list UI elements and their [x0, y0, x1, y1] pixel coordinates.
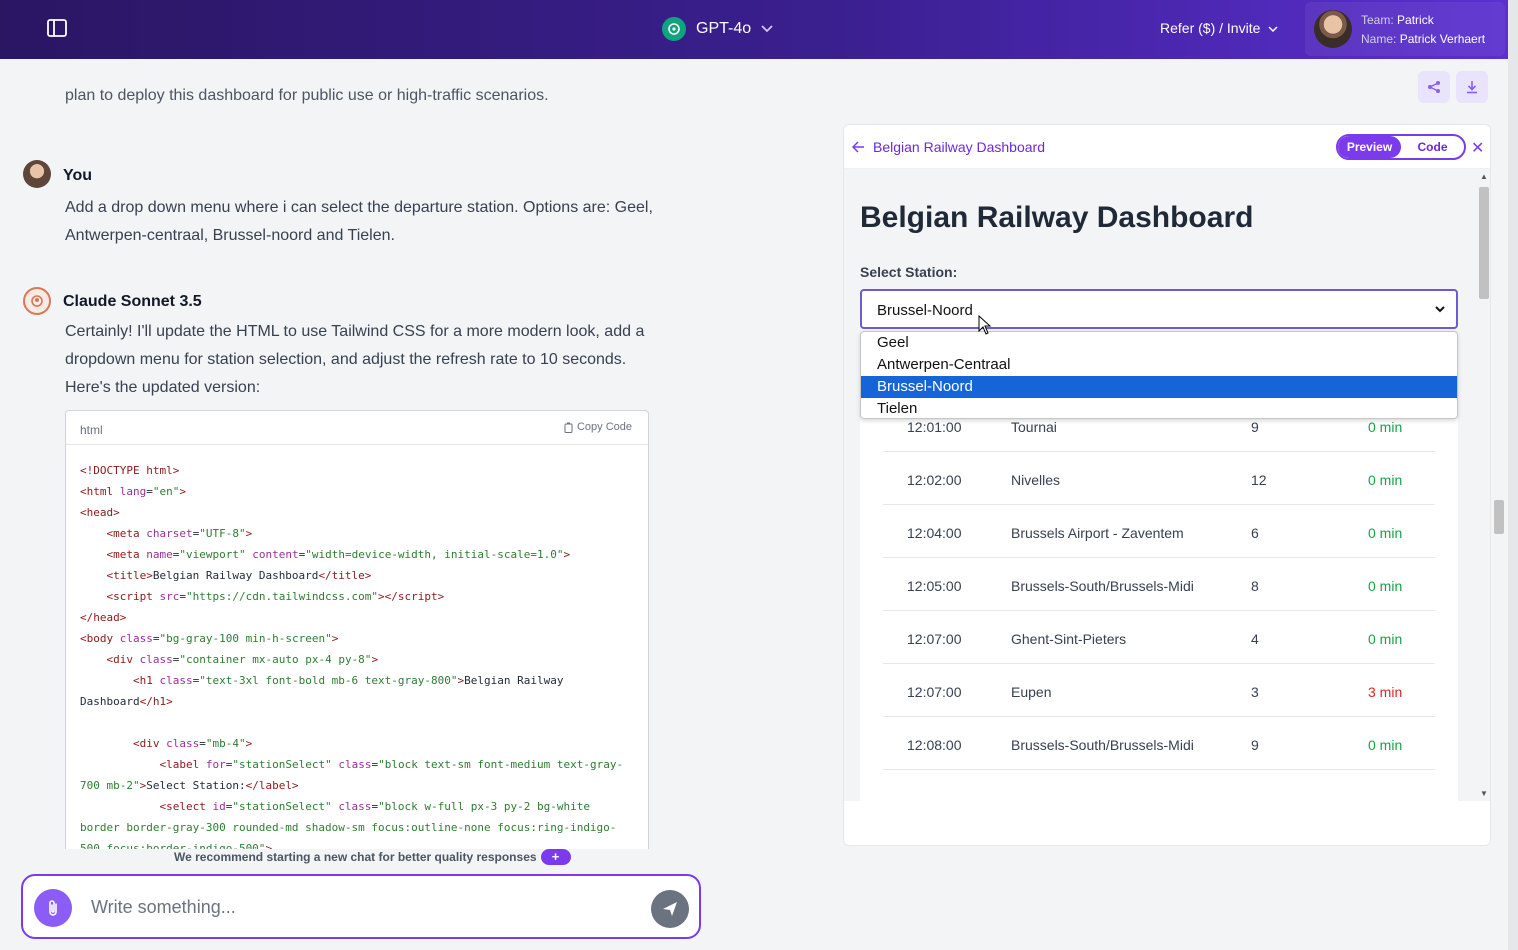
- chevron-down-icon: [1435, 306, 1445, 313]
- team-line: Team: Patrick: [1361, 13, 1434, 27]
- message-author: You: [63, 167, 93, 184]
- artifact-preview: Belgian Railway Dashboard Select Station…: [844, 169, 1476, 801]
- message-text: Add a drop down menu where i can select …: [65, 199, 653, 244]
- previous-message-text: plan to deploy this dashboard for public…: [65, 87, 549, 104]
- paperclip-icon[interactable]: [34, 889, 72, 927]
- station-dropdown-list: Geel Antwerpen-Centraal Brussel-Noord Ti…: [860, 331, 1458, 419]
- copy-code-button[interactable]: Copy Code: [564, 421, 632, 433]
- page-scrollbar[interactable]: [1508, 0, 1518, 950]
- code-language-label: html: [80, 423, 103, 437]
- station-select-label: Select Station:: [860, 264, 958, 280]
- name-line: Name: Patrick Verhaert: [1361, 32, 1486, 46]
- send-icon[interactable]: [651, 890, 689, 928]
- code-block-header: html Copy Code: [66, 411, 648, 445]
- station-select[interactable]: Brussel-Noord: [860, 289, 1458, 329]
- claude-avatar-icon: [23, 287, 51, 315]
- tab-preview[interactable]: Preview: [1338, 136, 1401, 158]
- refer-label: Refer ($) / Invite: [1160, 20, 1261, 36]
- code-content: <!DOCTYPE html> <html lang="en"> <head> …: [80, 464, 624, 849]
- message-input[interactable]: [91, 894, 631, 920]
- clipboard-icon: [564, 422, 573, 433]
- station-option[interactable]: Antwerpen-Centraal: [861, 354, 1457, 376]
- preview-code-toggle: Preview Code: [1336, 134, 1466, 160]
- new-chat-button[interactable]: +: [540, 849, 571, 865]
- chat-thread: plan to deploy this dashboard for public…: [0, 59, 700, 849]
- preview-scrollbar[interactable]: ▲ ▼: [1476, 169, 1490, 801]
- mouse-cursor-icon: [978, 315, 992, 335]
- tab-code[interactable]: Code: [1401, 136, 1464, 158]
- message-text: Certainly! I'll update the HTML to use T…: [65, 323, 645, 396]
- message-composer: [21, 874, 701, 939]
- table-row: 12:02:00 Nivelles 12 0 min: [883, 452, 1435, 505]
- close-icon[interactable]: ✕: [1471, 138, 1484, 158]
- artifact-title: Belgian Railway Dashboard: [873, 139, 1045, 155]
- artifact-panel: Belgian Railway Dashboard Preview Code ✕…: [843, 124, 1491, 846]
- artifact-back-button[interactable]: Belgian Railway Dashboard: [852, 139, 1045, 155]
- table-row: 12:04:00 Brussels Airport - Zaventem 6 0…: [883, 505, 1435, 558]
- panel-scrollbar[interactable]: [1494, 100, 1506, 845]
- table-row: 12:08:00 Brussels-South/Brussels-Midi 9 …: [883, 717, 1435, 770]
- model-selector[interactable]: GPT-4o: [662, 17, 773, 41]
- station-option[interactable]: Geel: [861, 332, 1457, 354]
- chevron-down-icon: [1268, 20, 1278, 36]
- station-option[interactable]: Tielen: [861, 398, 1457, 418]
- refer-invite-menu[interactable]: Refer ($) / Invite: [1160, 20, 1278, 36]
- sidebar-toggle-icon[interactable]: [46, 18, 68, 38]
- station-select-value: Brussel-Noord: [877, 302, 973, 319]
- chevron-down-icon: [761, 20, 773, 38]
- table-row: 12:07:00 Eupen 3 3 min: [883, 664, 1435, 717]
- artifact-header: Belgian Railway Dashboard Preview Code ✕: [844, 125, 1490, 169]
- model-name: GPT-4o: [696, 20, 752, 37]
- message-author: Claude Sonnet 3.5: [63, 293, 202, 310]
- openai-logo-icon: [662, 17, 686, 41]
- table-row: 12:07:00 Ghent-Sint-Pieters 4 0 min: [883, 611, 1435, 664]
- table-row: 12:05:00 Brussels-South/Brussels-Midi 8 …: [883, 558, 1435, 611]
- download-icon[interactable]: [1456, 71, 1488, 103]
- new-chat-recommendation: We recommend starting a new chat for bet…: [174, 849, 571, 865]
- avatar: [1314, 10, 1352, 48]
- arrow-left-icon: [852, 141, 864, 153]
- share-icon[interactable]: [1418, 71, 1450, 103]
- page-title: Belgian Railway Dashboard: [860, 201, 1254, 234]
- top-bar: GPT-4o Refer ($) / Invite Team: Patrick …: [0, 0, 1508, 59]
- departures-table: 12:01:00 Tournai 9 0 min 12:02:00 Nivell…: [860, 354, 1458, 801]
- code-block: html Copy Code <!DOCTYPE html> <html lan…: [65, 410, 649, 849]
- user-profile[interactable]: Team: Patrick Name: Patrick Verhaert: [1305, 2, 1505, 56]
- station-option[interactable]: Brussel-Noord: [861, 376, 1457, 398]
- avatar: [23, 160, 51, 188]
